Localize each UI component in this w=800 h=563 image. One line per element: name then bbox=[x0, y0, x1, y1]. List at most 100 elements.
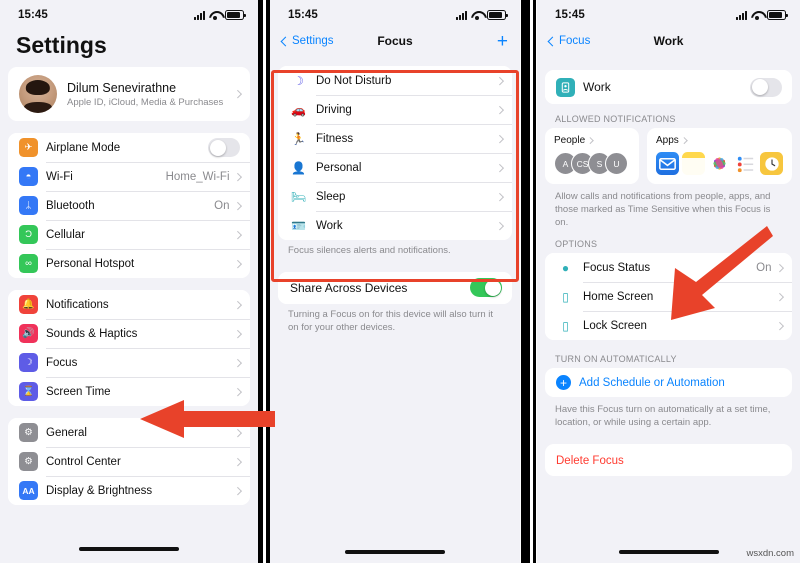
status-icons bbox=[736, 10, 788, 20]
apps-card-header: Apps bbox=[656, 135, 783, 146]
bell-icon: 🔔 bbox=[19, 295, 38, 314]
list-item-label: Cellular bbox=[46, 228, 85, 241]
back-label: Focus bbox=[559, 35, 591, 47]
chevron-left-icon bbox=[547, 36, 558, 46]
account-subtitle: Apple ID, iCloud, Media & Purchases bbox=[67, 96, 224, 108]
nav-bar: Focus Work bbox=[537, 26, 800, 56]
share-across-devices-footer: Turning a Focus on for this device will … bbox=[288, 308, 494, 333]
home-indicator bbox=[618, 550, 719, 554]
badge-icon bbox=[556, 77, 575, 97]
watermark: wsxdn.com bbox=[746, 548, 794, 559]
status-bar: 15:45 bbox=[270, 0, 520, 26]
chevron-right-icon bbox=[233, 329, 242, 338]
chevron-right-icon bbox=[775, 293, 784, 301]
focus-list-highlight-box bbox=[271, 70, 519, 282]
wifi-icon bbox=[209, 11, 221, 20]
work-focus-toggle[interactable] bbox=[750, 77, 782, 97]
chevron-right-icon bbox=[233, 387, 242, 396]
bluetooth-icon: ᛦ bbox=[19, 196, 38, 215]
list-item[interactable]: 🔔 Notifications bbox=[8, 290, 250, 319]
list-item[interactable]: ∞ Personal Hotspot bbox=[8, 249, 250, 278]
list-item[interactable]: ⚙ Control Center bbox=[8, 447, 250, 476]
work-focus-row[interactable]: Work bbox=[545, 70, 792, 104]
cellular-signal-icon bbox=[456, 10, 467, 20]
list-item[interactable]: AA Display & Brightness bbox=[8, 476, 250, 505]
panel-divider-left-a bbox=[258, 0, 263, 563]
list-item-label: Personal Hotspot bbox=[46, 257, 135, 270]
add-schedule-label: Add Schedule or Automation bbox=[579, 376, 725, 389]
chevron-right-icon bbox=[587, 137, 594, 144]
turn-on-automatically-footer: Have this Focus turn on automatically at… bbox=[555, 404, 771, 429]
share-across-devices-label: Share Across Devices bbox=[290, 280, 408, 295]
list-item-label: Control Center bbox=[46, 455, 121, 468]
home-screen-icon: ▯ bbox=[562, 289, 569, 304]
back-button[interactable]: Settings bbox=[280, 35, 334, 47]
apps-label: Apps bbox=[656, 135, 679, 146]
list-item[interactable]: 🔊 Sounds & Haptics bbox=[8, 319, 250, 348]
person-avatar: U bbox=[605, 152, 628, 175]
chevron-left-icon bbox=[280, 36, 291, 46]
add-schedule-row[interactable]: + Add Schedule or Automation bbox=[545, 368, 792, 398]
chevron-right-icon bbox=[233, 230, 242, 239]
allowed-notifications-cards: People A CS S U Apps bbox=[545, 128, 792, 184]
chevron-right-icon bbox=[233, 428, 242, 437]
list-item-value: Home_Wi-Fi bbox=[165, 170, 230, 183]
moon-icon: ☽ bbox=[19, 353, 38, 372]
delete-focus-label: Delete Focus bbox=[556, 455, 624, 468]
battery-icon bbox=[225, 10, 246, 20]
chevron-right-icon bbox=[233, 358, 242, 367]
list-item[interactable]: ● Focus Status On bbox=[545, 253, 792, 283]
list-item-value: On bbox=[756, 261, 772, 274]
options-list: ● Focus Status On ▯ Home Screen ▯ Lock Screen bbox=[545, 253, 792, 341]
list-item-label: Notifications bbox=[46, 298, 109, 311]
list-item[interactable]: Ɔ Cellular bbox=[8, 220, 250, 249]
home-indicator bbox=[345, 550, 445, 554]
airplane-icon: ✈ bbox=[19, 138, 38, 157]
list-item[interactable]: ᛦ Bluetooth On bbox=[8, 191, 250, 220]
list-item-label: Screen Time bbox=[46, 385, 111, 398]
people-card-header: People bbox=[554, 135, 630, 146]
turn-on-automatically-header: TURN ON AUTOMATICALLY bbox=[555, 354, 677, 365]
settings-group-connectivity: ✈ Airplane Mode ◓ Wi-Fi Home_Wi-Fi ᛦ Bluetooth… bbox=[8, 133, 250, 278]
people-card[interactable]: People A CS S U bbox=[545, 128, 639, 184]
hourglass-icon: ⌛ bbox=[19, 382, 38, 401]
list-item-toggle[interactable] bbox=[208, 138, 240, 157]
people-avatars: A CS S U bbox=[554, 152, 630, 175]
delete-focus-card[interactable]: Delete Focus bbox=[545, 444, 792, 477]
chevron-right-icon bbox=[680, 137, 688, 144]
page-title: Settings bbox=[16, 32, 107, 58]
back-label: Settings bbox=[292, 35, 334, 47]
list-item[interactable]: ✈ Airplane Mode bbox=[8, 133, 250, 162]
settings-group-notifications: 🔔 Notifications 🔊 Sounds & Haptics ☽ Focus ⌛ Sc… bbox=[8, 290, 250, 406]
back-button[interactable]: Focus bbox=[547, 35, 591, 47]
account-name: Dilum Senevirathne bbox=[67, 80, 177, 95]
list-item[interactable]: ▯ Lock Screen bbox=[545, 311, 792, 341]
account-card[interactable]: Dilum Senevirathne Apple ID, iCloud, Med… bbox=[8, 67, 250, 121]
badge-glyph bbox=[561, 81, 570, 93]
list-item[interactable]: ⚙ General bbox=[8, 418, 250, 447]
settings-group-general: ⚙ General ⚙ Control Center AA Display & Brigh… bbox=[8, 418, 250, 505]
people-label: People bbox=[554, 135, 586, 146]
allowed-notifications-header: ALLOWED NOTIFICATIONS bbox=[555, 114, 676, 124]
app-icons bbox=[656, 152, 783, 175]
apps-card[interactable]: Apps bbox=[647, 128, 792, 184]
list-item-label: Wi-Fi bbox=[46, 170, 73, 183]
add-focus-button[interactable]: + bbox=[497, 32, 508, 51]
work-focus-toggle-card: Work bbox=[545, 70, 792, 104]
list-item[interactable]: ◓ Wi-Fi Home_Wi-Fi bbox=[8, 162, 250, 191]
hotspot-icon: ∞ bbox=[19, 254, 38, 273]
list-item[interactable]: ☽ Focus bbox=[8, 348, 250, 377]
chevron-right-icon bbox=[233, 457, 242, 466]
list-item[interactable]: ⌛ Screen Time bbox=[8, 377, 250, 406]
list-item-label: Sounds & Haptics bbox=[46, 327, 138, 340]
chevron-right-icon bbox=[233, 90, 242, 98]
chevron-right-icon bbox=[233, 300, 242, 309]
list-item[interactable]: ▯ Home Screen bbox=[545, 282, 792, 312]
plus-circle-icon: + bbox=[556, 375, 571, 391]
list-item-value: On bbox=[214, 199, 230, 212]
phone-panel-settings: 15:45 Settings Dilum Senevirathne Apple … bbox=[0, 0, 258, 563]
status-bar: 15:45 bbox=[0, 0, 258, 26]
work-focus-label: Work bbox=[583, 80, 611, 94]
notes-app-icon bbox=[682, 152, 705, 175]
chevron-right-icon bbox=[775, 264, 784, 272]
